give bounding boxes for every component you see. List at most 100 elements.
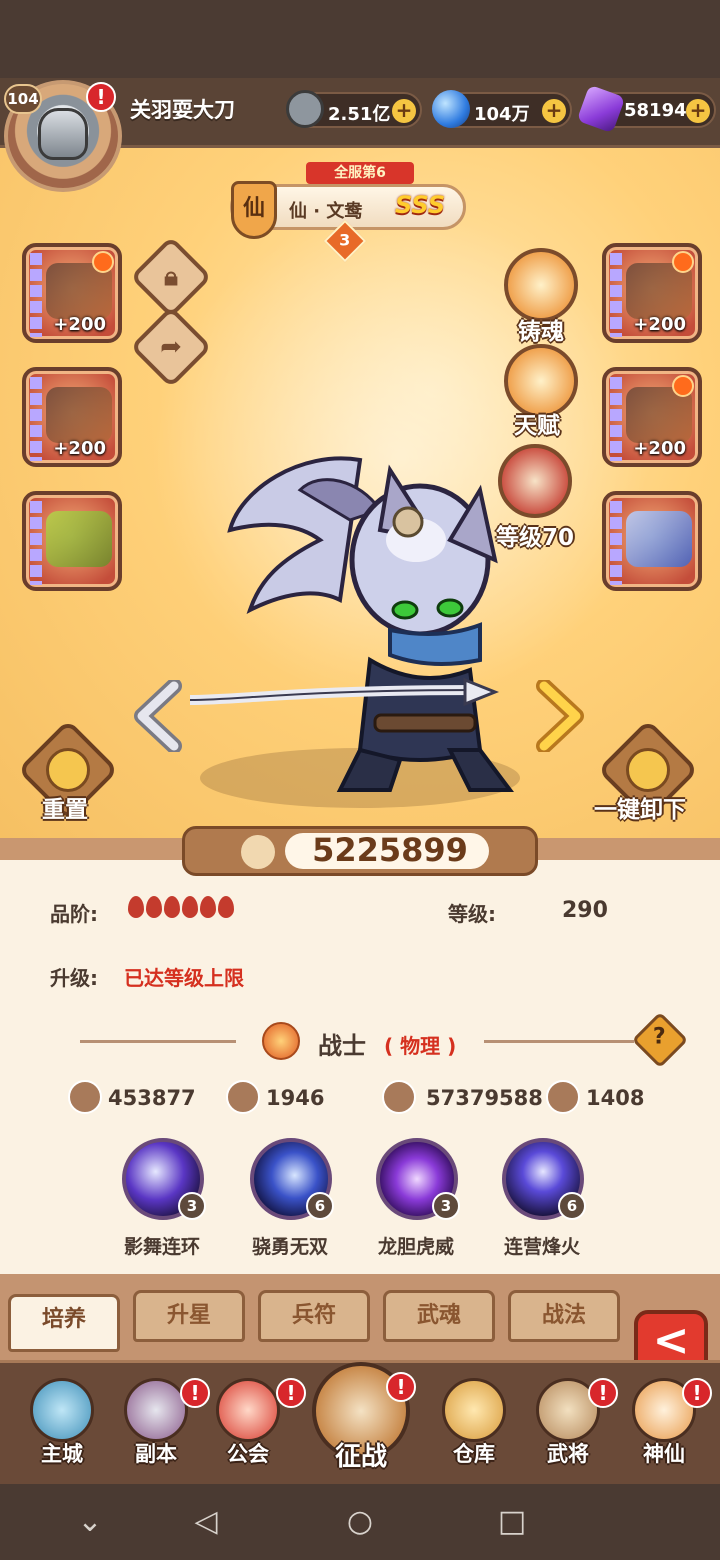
add-coin-button[interactable]: + — [392, 99, 416, 123]
equip-bonus: +200 — [53, 314, 106, 335]
fire-icon — [92, 251, 114, 273]
equip-bonus: +200 — [633, 314, 686, 335]
currency-gem[interactable]: 104万 + — [432, 90, 572, 128]
equip-bonus: +200 — [53, 438, 106, 459]
add-crystal-button[interactable]: + — [686, 99, 710, 123]
add-gem-button[interactable]: + — [542, 99, 566, 123]
guild-alert-badge: ! — [276, 1378, 306, 1408]
paw-icon — [241, 835, 275, 869]
previous-hero-button[interactable] — [130, 680, 184, 752]
equip-bonus: +200 — [633, 438, 686, 459]
unequip-all-label: 一键卸下 — [594, 797, 686, 823]
banner-item-icon — [626, 511, 692, 567]
player-name: 关羽耍大刀 — [130, 98, 235, 122]
refresh-icon — [45, 748, 90, 792]
skill-level: 6 — [306, 1192, 334, 1220]
level-label: 等级: — [448, 902, 496, 926]
system-recent-button[interactable]: □ — [492, 1502, 532, 1542]
treasure-bag-icon — [442, 1378, 506, 1442]
blood-drop-icon — [218, 896, 234, 918]
equip-slot-right-1[interactable]: +200 — [602, 243, 702, 343]
skill-3[interactable]: 3 — [376, 1138, 460, 1220]
star-rating — [610, 501, 622, 585]
equip-slot-left-1[interactable]: +200 — [22, 243, 122, 343]
star-rating — [610, 253, 622, 337]
system-home-button[interactable]: ○ — [340, 1502, 380, 1542]
castle-icon — [30, 1378, 94, 1442]
hero-power-plate: 5225899 — [182, 826, 538, 876]
hero-power-value: 5225899 — [312, 831, 468, 869]
equip-slot-right-2[interactable]: +200 — [602, 367, 702, 467]
reset-label: 重置 — [42, 797, 88, 823]
soul-forge-label: 铸魂 — [518, 319, 564, 345]
defense-value: 1946 — [266, 1086, 325, 1110]
nav-campaign[interactable]: 征战 — [306, 1352, 416, 1478]
level-value: 290 — [562, 898, 608, 923]
skill-level: 3 — [432, 1192, 460, 1220]
tab-troop-tally[interactable]: 兵符 — [258, 1290, 370, 1342]
next-hero-button[interactable] — [534, 680, 588, 752]
blood-drop-icon — [146, 896, 162, 918]
system-back-button[interactable]: ◁ — [186, 1502, 226, 1542]
heart-icon — [382, 1080, 416, 1114]
generals-alert-badge: ! — [588, 1378, 618, 1408]
campaign-alert-badge: ! — [386, 1372, 416, 1402]
speed-value: 1408 — [586, 1086, 645, 1110]
share-icon: ➦ — [160, 332, 182, 362]
player-level-badge: 104 — [4, 84, 42, 114]
currency-crystal-value: 58194 — [624, 100, 687, 121]
chevron-down-icon[interactable]: ⌄ — [70, 1502, 110, 1542]
tab-war-soul[interactable]: 武魂 — [383, 1290, 495, 1342]
unequip-icon — [626, 748, 670, 792]
upgrade-label: 升级: — [50, 966, 98, 990]
class-damage-type: ( 物理 ) — [384, 1034, 457, 1058]
boot-icon — [546, 1080, 580, 1114]
helmet-item-icon — [46, 387, 112, 443]
skill-3-name: 龙胆虎威 — [377, 1236, 454, 1258]
helmet-icon — [38, 108, 88, 160]
skill-level: 6 — [558, 1192, 586, 1220]
tab-cultivate[interactable]: 培养 — [8, 1294, 120, 1352]
immortals-alert-badge: ! — [682, 1378, 712, 1408]
currency-gem-value: 104万 — [474, 104, 530, 125]
blood-drop-icon — [164, 896, 180, 918]
currency-crystal[interactable]: 58194 + — [576, 84, 716, 134]
shield-icon — [226, 1080, 260, 1114]
nav-main-city[interactable]: 主城 — [22, 1372, 102, 1480]
swords-icon — [124, 1378, 188, 1442]
hero-character — [189, 456, 514, 792]
nav-warehouse[interactable]: 仓库 — [434, 1372, 514, 1480]
equip-slot-right-3[interactable] — [602, 491, 702, 591]
skill-2-name: 骁勇无双 — [251, 1236, 328, 1258]
tab-tactics[interactable]: 战法 — [508, 1290, 620, 1342]
health-value: 57379588 — [426, 1086, 543, 1110]
sword-icon — [68, 1080, 102, 1114]
grade-drops — [128, 896, 236, 924]
faction-badge: 仙 — [231, 181, 277, 239]
jade-treasure-icon — [46, 511, 112, 567]
blood-drop-icon — [200, 896, 216, 918]
skill-2[interactable]: 6 — [250, 1138, 334, 1220]
star-rating — [30, 253, 42, 337]
star-rating — [30, 377, 42, 461]
blood-drop-icon — [182, 896, 198, 918]
warrior-class-icon — [262, 1022, 300, 1060]
lock-icon: 🔒︎ — [164, 262, 178, 292]
skill-1[interactable]: 3 — [122, 1138, 206, 1220]
currency-coin-value: 2.51亿 — [328, 104, 391, 125]
upgrade-status: 已达等级上限 — [124, 966, 244, 990]
equip-slot-left-2[interactable]: +200 — [22, 367, 122, 467]
avatar-alert-badge: ! — [86, 82, 116, 112]
soul-forge-button[interactable] — [504, 248, 578, 322]
star-rating — [610, 377, 622, 461]
skill-4[interactable]: 6 — [502, 1138, 586, 1220]
fire-icon — [672, 375, 694, 397]
skill-level: 3 — [178, 1192, 206, 1220]
grade-label: 品阶: — [50, 902, 98, 926]
fire-icon — [672, 251, 694, 273]
currency-coin[interactable]: 2.51亿 + — [286, 90, 422, 128]
equip-slot-left-3[interactable] — [22, 491, 122, 591]
tab-star-up[interactable]: 升星 — [133, 1290, 245, 1342]
star-rating — [30, 501, 42, 585]
blood-drop-icon — [128, 896, 144, 918]
